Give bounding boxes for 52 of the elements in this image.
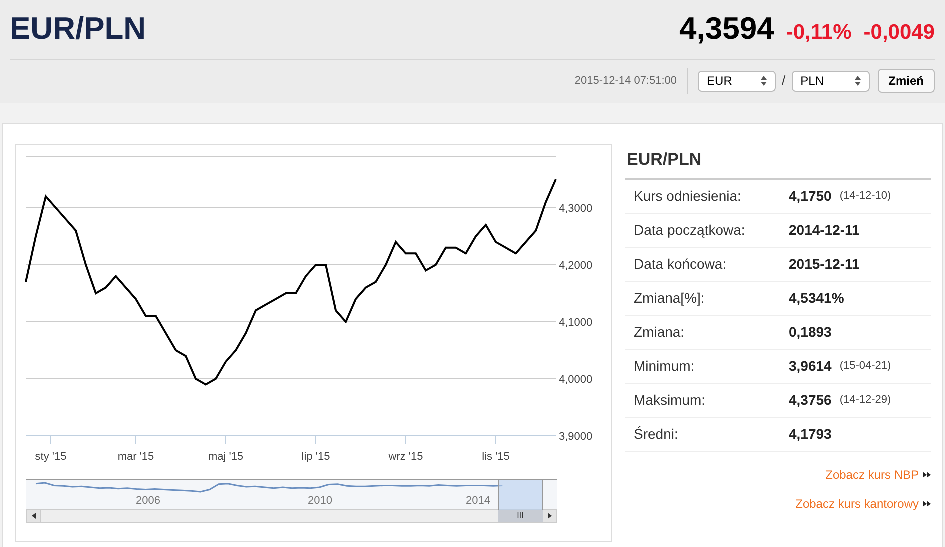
stat-value: 4,1750 [789, 186, 832, 206]
stat-date: (14-12-29) [840, 392, 892, 408]
y-axis-label: 4,2000 [559, 260, 593, 272]
select-arrows-icon [854, 76, 861, 86]
stat-label: Maksimum: [634, 390, 707, 410]
change-button[interactable]: Zmień [878, 69, 935, 93]
stat-value: 2014-12-11 [789, 220, 860, 240]
stat-label: Minimum: [634, 356, 696, 376]
scroll-right-button[interactable] [542, 510, 556, 522]
y-axis-label: 4,0000 [559, 374, 593, 386]
stat-value: 4,5341% [789, 288, 844, 308]
double-arrow-icon [923, 500, 931, 506]
year-label: 2006 [136, 495, 160, 508]
x-axis-label: sty '15 [35, 451, 67, 463]
left-arrow-icon [32, 513, 36, 519]
x-axis-label: lip '15 [302, 451, 330, 463]
current-price: 4,3594 [680, 10, 774, 48]
stat-value: 4,3756 [789, 390, 832, 410]
stat-label: Data początkowa: [634, 220, 746, 240]
stat-label: Data końcowa: [634, 254, 728, 274]
stat-value: 2015-12-11 [789, 254, 860, 274]
scroll-left-button[interactable] [27, 510, 41, 522]
x-axis-label: lis '15 [482, 451, 510, 463]
stat-value: 0,1893 [789, 322, 832, 342]
value-change: -0,0049 [864, 20, 935, 46]
stat-value: 3,9614 [789, 356, 832, 376]
pair-title: EUR/PLN [10, 10, 146, 48]
summary-title: EUR/PLN [625, 144, 931, 180]
percent-change: -0,11% [786, 20, 852, 46]
currency-select[interactable]: EUR [698, 70, 776, 92]
stat-label: Średni: [634, 424, 680, 444]
stat-date: (14-12-10) [840, 188, 892, 204]
stat-label: Zmiana[%]: [634, 288, 706, 308]
stat-label: Zmiana: [634, 322, 686, 342]
scrollbar-thumb[interactable]: III [498, 510, 543, 522]
stat-date: (15-04-21) [840, 358, 892, 374]
year-label: 2010 [308, 495, 332, 508]
currency-select[interactable]: PLN [792, 70, 870, 92]
y-axis-label: 3,9000 [559, 431, 593, 443]
pair-separator: / [782, 72, 786, 90]
stat-label: Kurs odniesienia: [634, 186, 742, 206]
y-axis-label: 4,1000 [559, 317, 593, 329]
right-arrow-icon [548, 513, 552, 519]
x-axis-label: maj '15 [208, 451, 244, 463]
double-arrow-icon [923, 472, 931, 478]
year-label: 2014 [466, 495, 490, 508]
y-axis-label: 4,3000 [559, 203, 593, 215]
stat-value: 4,1793 [789, 424, 832, 444]
x-axis-label: wrz '15 [388, 451, 424, 463]
timestamp: 2015-12-14 07:51:00 [574, 68, 688, 94]
x-axis-label: mar '15 [118, 451, 154, 463]
select-arrows-icon [761, 76, 768, 86]
